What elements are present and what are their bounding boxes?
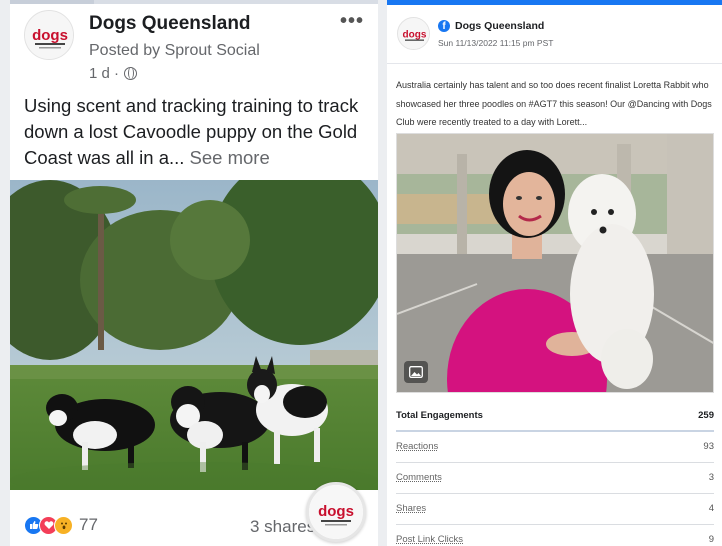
globe-icon [124, 67, 138, 80]
sprout-social-logo-badge: dogs [306, 482, 366, 542]
post-photo-border-collies[interactable] [10, 180, 378, 490]
post-text: Using scent and tracking training to tra… [24, 93, 369, 171]
posted-by: Posted by Sprout Social [89, 42, 260, 59]
dogs-queensland-logo: dogs [398, 18, 429, 49]
page-name[interactable]: Dogs Queensland [89, 13, 251, 35]
screenshot-stage: dogs Dogs Queensland Posted by Sprout So… [0, 0, 722, 546]
post-time-text: 1 d · [89, 65, 120, 82]
engagement-metrics-table: Total Engagements 259 Reactions 93 Comme… [396, 401, 714, 546]
page-name[interactable]: Dogs Queensland [455, 20, 544, 32]
post-photo-woman-with-poodle[interactable] [396, 133, 714, 393]
divider [387, 63, 722, 64]
page-avatar[interactable]: dogs [24, 10, 74, 60]
post-time[interactable]: 1 d · [89, 65, 138, 82]
post-date: Sun 11/13/2022 11:15 pm PST [438, 38, 554, 48]
metric-row-post-link-clicks[interactable]: Post Link Clicks 9 [396, 525, 714, 546]
more-options-button[interactable]: ••• [340, 10, 364, 33]
post-text: Australia certainly has talent and so to… [396, 80, 712, 127]
metric-label[interactable]: Post Link Clicks [396, 534, 463, 545]
metric-row-shares[interactable]: Shares 4 [396, 494, 714, 525]
metric-label[interactable]: Reactions [396, 441, 438, 452]
facebook-post-card: dogs Dogs Queensland Posted by Sprout So… [10, 0, 378, 546]
dogs-queensland-logo: dogs [25, 11, 73, 59]
svg-text:dogs: dogs [403, 30, 427, 41]
metric-label: Total Engagements [396, 410, 483, 421]
svg-text:dogs: dogs [318, 503, 354, 520]
metric-label[interactable]: Comments [396, 472, 442, 483]
metric-row-total-engagements: Total Engagements 259 [396, 401, 714, 432]
metric-value: 3 [708, 472, 714, 483]
page-avatar[interactable]: dogs [397, 17, 430, 50]
metric-label[interactable]: Shares [396, 503, 426, 514]
see-more-link[interactable]: See more [190, 147, 270, 168]
sprout-post-report-card: dogs f Dogs Queensland Sun 11/13/2022 11… [387, 0, 722, 546]
card-accent-bar [387, 0, 722, 5]
metric-value: 9 [708, 534, 714, 545]
metric-value: 259 [698, 410, 714, 421]
svg-text:dogs: dogs [32, 27, 68, 44]
reaction-count: 77 [79, 515, 98, 534]
shares-count[interactable]: 3 shares [250, 517, 315, 537]
metric-row-reactions[interactable]: Reactions 93 [396, 432, 714, 463]
reactions-summary[interactable]: 77 [24, 515, 98, 535]
metric-row-comments[interactable]: Comments 3 [396, 463, 714, 494]
metric-value: 93 [703, 441, 714, 452]
image-icon[interactable] [404, 361, 428, 383]
card-top-bar [10, 0, 378, 4]
wow-reaction-icon [54, 515, 73, 535]
metric-value: 4 [708, 503, 714, 514]
facebook-icon: f [438, 20, 450, 32]
